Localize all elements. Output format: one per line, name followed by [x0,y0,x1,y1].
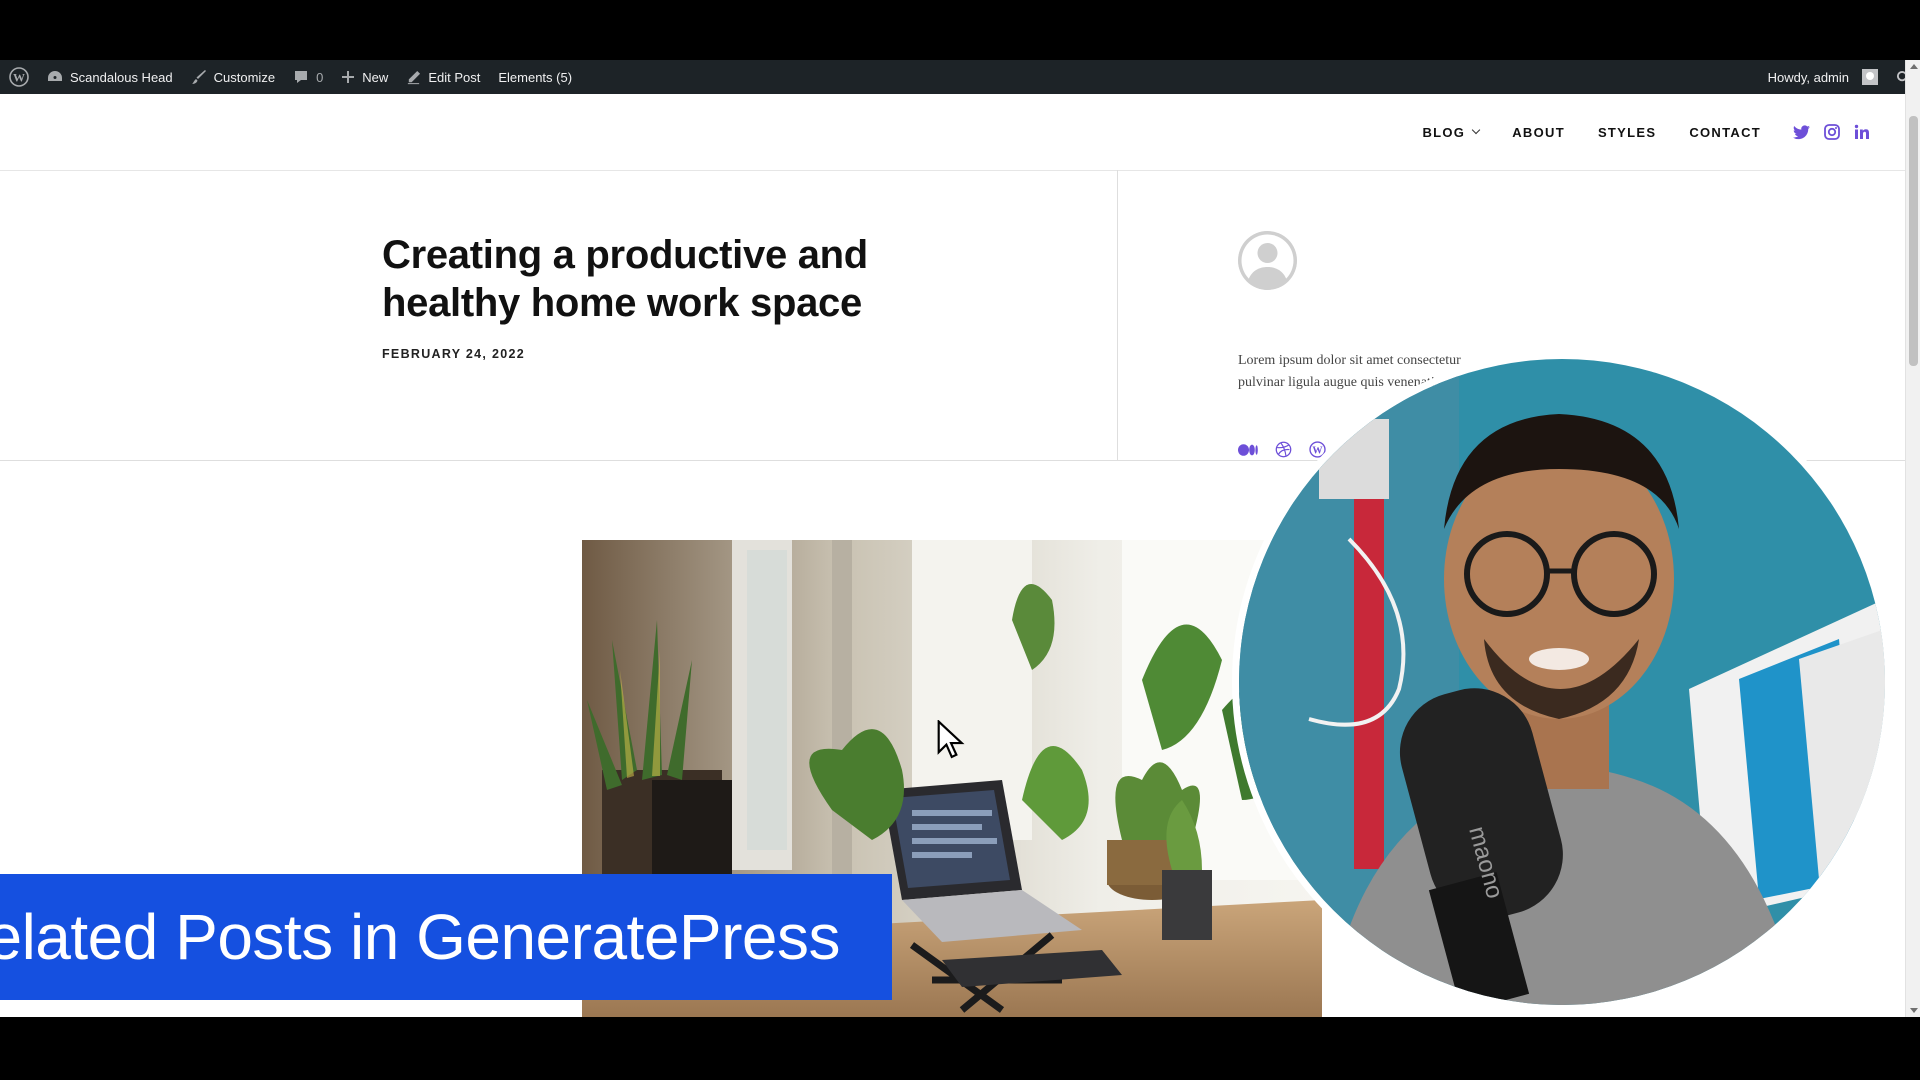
scroll-down-arrow-icon[interactable] [1910,1008,1918,1013]
hero-divider [1117,170,1118,460]
linkedin-icon [1854,124,1869,139]
twitter-link[interactable] [1793,124,1810,140]
author-avatar [1238,231,1297,290]
elements-link[interactable]: Elements (5) [489,60,581,94]
chevron-down-icon [1471,125,1481,135]
medium-icon [1238,443,1258,456]
nav-item-blog[interactable]: BLOG [1422,124,1481,140]
nav-item-label: BLOG [1422,124,1466,140]
account-menu[interactable]: Howdy, admin [1759,60,1887,94]
admin-avatar [1862,69,1878,85]
lower-third-banner: elated Posts in GeneratePress [0,874,892,1000]
scroll-up-arrow-icon[interactable] [1910,64,1918,69]
dribbble-icon [1275,441,1292,458]
page-scrollbar[interactable] [1905,60,1920,1017]
post-title: Creating a productive and healthy home w… [382,233,868,325]
nav-item-label: ABOUT [1512,124,1565,140]
dribbble-link[interactable] [1275,441,1292,458]
instagram-icon [1824,124,1840,140]
wordpress-logo-button[interactable]: W [0,60,38,94]
pencil-icon [408,70,421,84]
elements-label: Elements (5) [498,69,573,85]
browser-viewport: W Scandalous Head Customize 0 New Edit P… [0,60,1920,1017]
site-header: BLOG ABOUT STYLES CONTACT [0,94,1905,171]
nav-item-about[interactable]: ABOUT [1512,125,1565,140]
new-content-link[interactable]: New [332,60,397,94]
nav-item-label: STYLES [1597,124,1657,140]
edit-post-link[interactable]: Edit Post [397,60,489,94]
linkedin-link[interactable] [1854,124,1870,140]
post-date: FEBRUARY 24, 2022 [382,347,525,361]
medium-link[interactable] [1238,443,1258,456]
site-name-label: Scandalous Head [70,69,173,85]
main-navigation: BLOG ABOUT STYLES CONTACT [1389,94,1870,170]
lower-third-title: elated Posts in GeneratePress [0,901,840,973]
scrollbar-thumb[interactable] [1909,116,1918,366]
edit-post-label: Edit Post [428,69,481,85]
comment-icon [295,71,308,83]
new-label: New [362,69,389,85]
plus-icon [342,71,355,83]
brush-icon [191,70,206,84]
customize-label: Customize [213,69,276,85]
dashboard-icon [48,71,62,81]
nav-item-label: CONTACT [1689,124,1761,140]
comments-link[interactable]: 0 [284,60,332,94]
instagram-link[interactable] [1824,124,1840,140]
nav-item-styles[interactable]: STYLES [1598,125,1656,140]
comments-count: 0 [316,69,324,85]
customize-link[interactable]: Customize [182,60,284,94]
howdy-label: Howdy, admin [1767,69,1849,85]
twitter-icon [1793,124,1810,139]
wp-admin-bar: W Scandalous Head Customize 0 New Edit P… [0,60,1920,94]
nav-item-contact[interactable]: CONTACT [1689,125,1761,140]
header-social-links [1793,124,1870,140]
site-name-link[interactable]: Scandalous Head [38,60,182,94]
svg-text:W: W [13,71,25,85]
wordpress-icon: W [9,67,29,87]
mouse-cursor-icon [937,720,965,759]
webcam-overlay: maono [1232,352,1892,1012]
